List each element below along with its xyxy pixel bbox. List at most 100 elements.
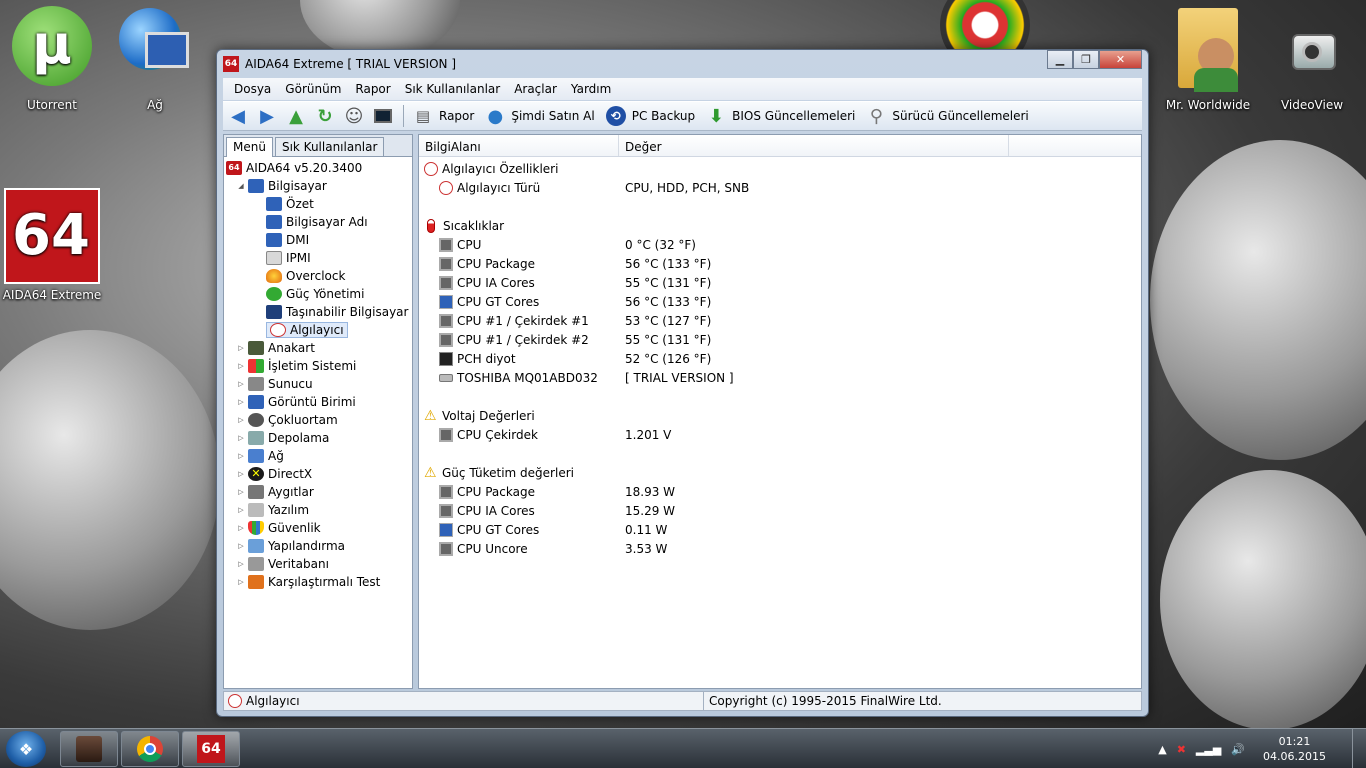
security-alert-icon[interactable]: ✖ (1177, 743, 1186, 756)
show-hidden-icons-button[interactable]: ▲ (1158, 743, 1166, 756)
list-item[interactable]: CPU GT Cores 56 °C (133 °F) (419, 292, 1141, 311)
list-item[interactable]: CPU Çekirdek 1.201 V (419, 425, 1141, 444)
tree-item-root[interactable]: 64 AIDA64 v5.20.3400 (226, 159, 412, 177)
up-button[interactable]: ▲ (285, 105, 312, 127)
chip-icon (439, 427, 453, 442)
desktop-icon-aida64[interactable]: 64 AIDA64 Extreme (2, 188, 102, 302)
software-icon (248, 503, 264, 517)
forward-button[interactable]: ▶ (256, 105, 283, 127)
monitor-button[interactable] (372, 105, 399, 127)
expand-icon: ▷ (238, 416, 244, 424)
taskbar-app-chrome[interactable] (121, 731, 179, 767)
report-icon: ▤ (415, 107, 431, 125)
list-item[interactable]: CPU #1 / Çekirdek #1 53 °C (127 °F) (419, 311, 1141, 330)
bios-updates-button[interactable]: ⬇ BIOS Güncellemeleri (705, 105, 856, 127)
download-icon: ⬇ (708, 105, 724, 127)
storage-icon (248, 431, 264, 445)
refresh-button[interactable]: ↻ (314, 105, 341, 127)
driver-updates-button[interactable]: ⚲ Sürücü Güncellemeleri (865, 105, 1029, 127)
group-temperatures: Sıcaklıklar (419, 216, 1141, 235)
list-item[interactable]: CPU Package 56 °C (133 °F) (419, 254, 1141, 273)
tree-item-dmi[interactable]: DMI (226, 231, 412, 249)
list-item[interactable]: TOSHIBA MQ01ABD032[ TRIAL VERSION ] (419, 368, 1141, 387)
menu-dosya[interactable]: Dosya (227, 82, 278, 96)
document-icon (266, 251, 282, 265)
list-item[interactable]: Algılayıcı Türü CPU, HDD, PCH, SNB (419, 178, 1141, 197)
database-icon (248, 557, 264, 571)
warning-icon: ⚠ (424, 464, 437, 481)
volume-icon[interactable]: 🔊 (1231, 743, 1245, 756)
tree-item-display[interactable]: ▷ Görüntü Birimi (226, 393, 412, 411)
tree-view: 64 AIDA64 v5.20.3400 ◢ Bilgisayar Özet Bil… (224, 157, 412, 591)
close-button[interactable]: ✕ (1099, 50, 1142, 69)
list-item[interactable]: CPU #1 / Çekirdek #2 55 °C (131 °F) (419, 330, 1141, 349)
list-item[interactable]: CPU IA Cores 55 °C (131 °F) (419, 273, 1141, 292)
wallpaper-shape (1150, 140, 1366, 460)
expand-icon: ▷ (238, 452, 244, 460)
expand-icon: ▷ (238, 488, 244, 496)
list-item[interactable]: CPU GT Cores 0.11 W (419, 520, 1141, 539)
menu-yardim[interactable]: Yardım (564, 82, 618, 96)
tree-item-config[interactable]: ▷ Yapılandırma (226, 537, 412, 555)
column-header-field[interactable]: BilgiAlanı (419, 135, 619, 156)
tree-item-database[interactable]: ▷ Veritabanı (226, 555, 412, 573)
menu-gorunum[interactable]: Görünüm (278, 82, 348, 96)
network-signal-icon[interactable]: ▂▃▅ (1196, 743, 1221, 756)
tree-item-storage[interactable]: ▷ Depolama (226, 429, 412, 447)
tree-item-computer[interactable]: ◢ Bilgisayar (226, 177, 412, 195)
maximize-button[interactable]: ❐ (1073, 50, 1099, 69)
pc-backup-button[interactable]: ⟲ PC Backup (605, 105, 695, 127)
tree-item-devices[interactable]: ▷ Aygıtlar (226, 483, 412, 501)
list-item[interactable]: CPU IA Cores 15.29 W (419, 501, 1141, 520)
clock[interactable]: 01:21 04.06.2015 (1263, 734, 1326, 764)
expand-icon: ▷ (238, 506, 244, 514)
tab-favorites[interactable]: Sık Kullanılanlar (274, 137, 385, 156)
aida64-icon: 64 (197, 735, 225, 763)
tree-item-portable-computer[interactable]: Taşınabilir Bilgisayar (226, 303, 412, 321)
windows-icon (248, 359, 264, 373)
title-bar[interactable]: 64 AIDA64 Extreme [ TRIAL VERSION ] ▁ ❐ … (217, 50, 1148, 78)
tree-item-os[interactable]: ▷ İşletim Sistemi (226, 357, 412, 375)
tree-item-overclock[interactable]: Overclock (226, 267, 412, 285)
tab-menu[interactable]: Menü (226, 137, 273, 157)
warning-icon: ⚠ (424, 407, 437, 424)
tree-item-summary[interactable]: Özet (226, 195, 412, 213)
tree-item-server[interactable]: ▷ Sunucu (226, 375, 412, 393)
buy-now-button[interactable]: ● Şimdi Satın Al (484, 105, 594, 127)
menu-sik-kullanilanlar[interactable]: Sık Kullanılanlar (398, 82, 507, 96)
expand-icon: ▷ (238, 398, 244, 406)
tree-item-directx[interactable]: ▷ ✕ DirectX (226, 465, 412, 483)
tree-item-motherboard[interactable]: ▷ Anakart (226, 339, 412, 357)
tree-item-network[interactable]: ▷ Ağ (226, 447, 412, 465)
start-button[interactable]: ❖ (6, 731, 46, 767)
desktop-icon-user-folder[interactable]: Mr. Worldwide (1158, 6, 1258, 112)
tree-item-sensor[interactable]: Algılayıcı (226, 321, 412, 339)
tree-item-ipmi[interactable]: IPMI (226, 249, 412, 267)
back-button[interactable]: ◀ (227, 105, 254, 127)
list-item[interactable]: CPU Package 18.93 W (419, 482, 1141, 501)
taskbar-app-media[interactable] (60, 731, 118, 767)
taskbar-app-aida64[interactable]: 64 (182, 731, 240, 767)
menu-rapor[interactable]: Rapor (348, 82, 397, 96)
refresh-icon: ↻ (317, 105, 333, 127)
user-button[interactable]: ☺ (343, 105, 370, 127)
list-item[interactable]: PCH diyot 52 °C (126 °F) (419, 349, 1141, 368)
tree-item-security[interactable]: ▷ Güvenlik (226, 519, 412, 537)
minimize-button[interactable]: ▁ (1047, 50, 1073, 69)
desktop-icon-network[interactable]: Ağ (105, 6, 205, 112)
list-item[interactable]: CPU Uncore 3.53 W (419, 539, 1141, 558)
tree-item-multimedia[interactable]: ▷ Çokluortam (226, 411, 412, 429)
back-arrow-icon: ◀ (231, 105, 245, 127)
column-header-value[interactable]: Değer (619, 135, 1009, 156)
report-button[interactable]: ▤ Rapor (412, 105, 474, 127)
desktop-icon-utorrent[interactable]: µ Utorrent (2, 6, 102, 112)
show-desktop-button[interactable] (1352, 729, 1366, 768)
tree-item-computer-name[interactable]: Bilgisayar Adı (226, 213, 412, 231)
expand-icon: ▷ (238, 380, 244, 388)
menu-araclar[interactable]: Araçlar (507, 82, 564, 96)
list-item[interactable]: CPU 0 °C (32 °F) (419, 235, 1141, 254)
desktop-icon-videoview[interactable]: VideoView (1262, 6, 1362, 112)
tree-item-power-management[interactable]: Güç Yönetimi (226, 285, 412, 303)
tree-item-software[interactable]: ▷ Yazılım (226, 501, 412, 519)
tree-item-benchmark[interactable]: ▷ Karşılaştırmalı Test (226, 573, 412, 591)
